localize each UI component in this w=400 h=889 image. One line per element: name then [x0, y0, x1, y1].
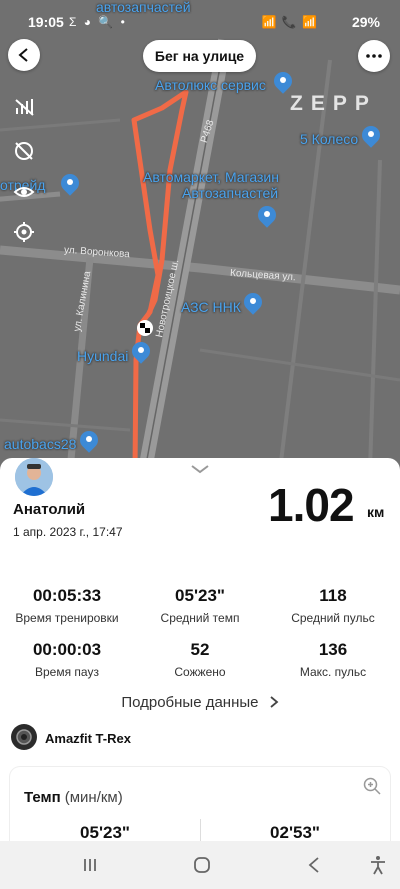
stat-max-heart-rate: 136 Макс. пульс — [268, 640, 398, 679]
stat-calories: 52 Сожжено — [135, 640, 265, 679]
place-label[interactable]: autobacs28 — [4, 437, 76, 452]
pace-title-text: Темп — [24, 789, 61, 806]
more-dots-icon — [366, 54, 382, 58]
stat-label: Средний темп — [160, 611, 240, 625]
place-label[interactable]: 5 Колесо — [300, 132, 358, 147]
watch-icon — [11, 724, 37, 750]
stat-avg-pace: 05'23" Средний темп — [135, 586, 265, 625]
place-label[interactable]: Hyundai — [77, 349, 128, 364]
shop-pin[interactable] — [254, 202, 280, 228]
details-label: Подробные данные — [121, 694, 259, 711]
distance-value: 1.02 — [268, 479, 355, 531]
shop-pin[interactable] — [57, 170, 83, 196]
system-back-button[interactable] — [300, 851, 328, 879]
eye-icon — [13, 187, 35, 197]
pace-unit: (мин/км) — [64, 789, 123, 806]
stat-value: 52 — [190, 640, 210, 659]
fuel-pin[interactable] — [240, 289, 266, 315]
shop-pin[interactable] — [128, 338, 154, 364]
summary-sheet: Анатолий 1 апр. 2023 г., 17:47 1.02 км 0… — [0, 458, 400, 877]
zoom-in-icon[interactable] — [363, 777, 381, 795]
status-bar: 19:05 Σ ◕ 🔍 • 📶 📞 📶 29% — [0, 0, 400, 38]
stat-value: 05'23" — [175, 586, 225, 605]
globe-off-icon — [15, 142, 33, 160]
shop-pin[interactable] — [358, 122, 384, 148]
battery-level: 29% — [351, 14, 380, 30]
stat-label: Средний пульс — [291, 611, 375, 625]
stat-value: 00:05:33 — [32, 586, 102, 605]
chevron-right-icon — [270, 696, 279, 708]
map-style-button[interactable] — [10, 137, 38, 165]
more-button[interactable] — [358, 40, 390, 72]
stat-label: Время тренировки — [15, 611, 119, 625]
place-label[interactable]: Автолюкс сервис — [155, 78, 266, 93]
zepp-logo: ZEPP — [290, 92, 377, 115]
details-link[interactable]: Подробные данные — [0, 694, 400, 711]
distance-unit: км — [367, 504, 385, 520]
device-name[interactable]: Amazfit T-Rex — [45, 731, 131, 746]
stat-label: Макс. пульс — [299, 665, 367, 679]
stat-workout-time: 00:05:33 Время тренировки — [2, 586, 132, 625]
signal-off-icon — [15, 99, 34, 116]
home-icon — [194, 857, 210, 873]
activity-title: Бег на улице — [143, 40, 256, 72]
place-label[interactable]: АЗС ННК — [181, 300, 241, 315]
place-label[interactable]: Автомаркет, Магазин — [143, 170, 279, 185]
activity-datetime: 1 апр. 2023 г., 17:47 — [13, 525, 123, 539]
accessibility-button[interactable] — [364, 851, 392, 879]
home-button[interactable] — [188, 851, 216, 879]
user-name: Анатолий — [13, 501, 86, 518]
locate-icon — [14, 222, 34, 242]
network-icon: 📶 📞 📶 — [261, 15, 318, 29]
stat-pause-time: 00:00:03 Время пауз — [2, 640, 132, 679]
stat-value: 00:00:03 — [32, 640, 102, 659]
finish-flag-icon — [137, 320, 153, 336]
poi-pin[interactable] — [76, 427, 102, 453]
stat-label: Сожжено — [174, 665, 226, 679]
map-visibility-button[interactable] — [10, 178, 38, 206]
system-nav-bar — [0, 841, 400, 889]
map-layer-button[interactable] — [10, 93, 38, 121]
poi-pin[interactable] — [270, 68, 296, 94]
pace-average-value: 05'23" — [80, 823, 130, 842]
stat-label: Время пауз — [35, 665, 99, 679]
stat-value: 118 — [319, 586, 347, 605]
pace-title: Темп (мин/км) — [24, 789, 123, 806]
back-button[interactable] — [8, 39, 40, 71]
back-arrow-icon — [308, 857, 319, 873]
pace-best-value: 02'53" — [270, 823, 320, 842]
stat-value: 136 — [318, 640, 348, 659]
place-label[interactable]: Автозапчастей — [182, 186, 278, 201]
recenter-button[interactable] — [10, 218, 38, 246]
recent-apps-icon — [84, 859, 96, 871]
avatar[interactable] — [15, 458, 53, 496]
chevron-left-icon — [18, 48, 28, 62]
notification-icons: Σ ◕ 🔍 • — [69, 15, 127, 29]
status-time: 19:05 — [28, 14, 64, 30]
recent-apps-button[interactable] — [76, 851, 104, 879]
stat-avg-heart-rate: 118 Средний пульс — [268, 586, 398, 625]
chevron-down-icon[interactable] — [190, 464, 210, 474]
accessibility-icon — [371, 856, 385, 875]
